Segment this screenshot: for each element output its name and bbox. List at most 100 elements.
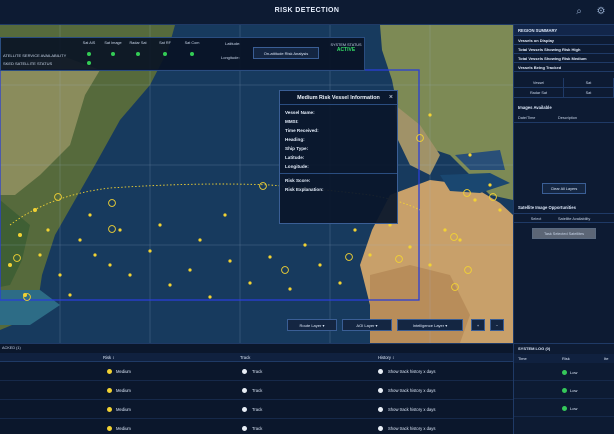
risk-value: Medium [116,407,131,412]
medium-risk-dot [107,388,112,393]
system-log-panel: SYSTEM LOG (0) Time Risk Ite Low Low Low [513,343,614,434]
table-header: Risk ↕ Track History ↕ [0,353,513,362]
longitude-field-label: Longitude: [285,164,309,169]
table-title: ACKED (1) [2,346,21,350]
col-satellite-availability[interactable]: Satellite Availability [558,214,614,222]
app-root: RISK DETECTION ⌕ ⚙ ATELLITE SERVICE AVAI… [0,0,614,434]
risk-value: Medium [116,426,131,431]
summary-vessels-on-display: Vessels on Display [514,36,614,45]
tracked-vessels-table: ACKED (1) Risk ↕ Track History ↕ Medium … [0,343,513,434]
history-radio[interactable] [378,388,383,393]
track-radio[interactable] [242,407,247,412]
log-row[interactable]: Low [514,364,614,381]
log-risk-value: Low [570,406,578,411]
risk-analysis-button[interactable]: On-attitude Risk Analysis [253,47,319,59]
vessel-info-popup: Medium Risk Vessel Information × Vessel … [279,90,398,224]
table-row[interactable]: Medium Track Show track history x days [0,401,513,419]
history-label: Show track history x days [388,369,436,374]
route-layer-dropdown[interactable]: Route Layer ▾ [287,319,337,331]
header-track[interactable]: Track [240,353,250,362]
col-sat-rf: Sat RF [159,41,171,45]
history-label: Show track history x days [388,388,436,393]
summary-tracked: Vessels Being Tracked [514,63,614,72]
mmsi-label: MMSI: [285,119,299,124]
tab-vessel[interactable]: Vessel [514,78,564,87]
col-description[interactable]: Description [558,113,608,122]
task-satellites-button[interactable]: Task Selected Satellites [532,228,596,239]
log-row[interactable]: Low [514,382,614,399]
history-radio[interactable] [378,369,383,374]
medium-risk-dot [107,407,112,412]
col-sat-com: Sat Com [184,41,200,45]
history-label: Show track history x days [388,426,436,431]
popup-title: Medium Risk Vessel Information [280,91,397,105]
system-status-value: ACTIVE [336,47,356,53]
clear-layers-button[interactable]: Clear All Layers [542,183,586,194]
longitude-label: Longitude: [221,55,240,60]
status-dot [136,52,140,56]
low-risk-dot [562,406,567,411]
track-label: Track [252,407,263,412]
col-date-time[interactable]: Date/Time [514,113,558,122]
world-map[interactable] [0,25,513,343]
log-col-risk[interactable]: Risk [562,354,570,363]
images-available-header: Images Available [518,105,552,110]
region-summary-sidebar: REGION SUMMARY Vessels on Display Total … [513,25,614,343]
risk-score-label: Risk Score: [285,178,311,183]
satellite-status-panel: ATELLITE SERVICE AVAILABILITY SKED SATEL… [0,37,365,71]
search-icon[interactable]: ⌕ [573,6,585,18]
app-title: RISK DETECTION [274,7,340,14]
track-radio[interactable] [242,426,247,431]
route-layer-label: Route Layer [299,323,322,328]
risk-value: Medium [116,369,131,374]
header-history[interactable]: History ↕ [378,353,394,362]
zoom-out-button[interactable]: − [490,319,504,331]
tab-sat-2[interactable]: Sat [564,88,614,97]
summary-risk-high: Total Vessels Showing Risk High [514,45,614,54]
log-col-time[interactable]: Time [518,354,527,363]
table-row[interactable]: Medium Track Show track history x days [0,382,513,400]
status-dot [87,52,91,56]
zoom-in-button[interactable]: + [471,319,485,331]
filter-tabs-row2: Radar Sat Sat [514,88,614,98]
intelligence-layer-dropdown[interactable]: Intelligence Layer ▾ [397,319,463,331]
aoi-layer-dropdown[interactable]: AOI Layer ▾ [342,319,392,331]
table-row[interactable]: Medium Track Show track history x days [0,363,513,381]
log-col-item[interactable]: Ite [604,354,608,363]
satellite-opportunities-header: Satellite Image Opportunities [518,205,576,210]
system-log-header: Time Risk Ite [514,354,614,363]
track-label: Track [252,426,263,431]
col-sat-image: Sat Image [104,41,122,45]
aoi-layer-label: AOI Layer [356,323,375,328]
latitude-label: Latitude: [225,41,241,46]
images-list [514,123,614,183]
system-status: SYSTEM STATUS ACTIVE [329,43,363,53]
gear-icon[interactable]: ⚙ [595,6,607,18]
system-log-title: SYSTEM LOG (0) [518,346,551,351]
time-received-label: Time Received: [285,128,319,133]
sort-icon: ↕ [112,355,115,360]
col-sat-ais: Sat AIS [82,41,96,45]
track-radio[interactable] [242,388,247,393]
track-label: Track [252,388,263,393]
medium-risk-dot [107,369,112,374]
risk-value: Medium [116,388,131,393]
status-dot [163,52,167,56]
tab-sat[interactable]: Sat [564,78,614,87]
log-row[interactable]: Low [514,400,614,417]
log-risk-value: Low [570,388,578,393]
tasked-satellite-label: SKED SATELLITE STATUS [3,61,53,66]
sort-icon: ↕ [392,355,395,360]
table-row[interactable]: Medium Track Show track history x days [0,420,513,434]
medium-risk-dot [107,426,112,431]
image-columns: Date/Time Description [514,113,614,123]
header-risk[interactable]: Risk ↕ [103,353,114,362]
map-view[interactable] [0,25,513,343]
latitude-field-label: Latitude: [285,155,305,160]
col-select[interactable]: Select [514,214,558,222]
history-radio[interactable] [378,426,383,431]
track-radio[interactable] [242,369,247,374]
history-radio[interactable] [378,407,383,412]
tab-radar-sat[interactable]: Radar Sat [514,88,564,97]
close-icon[interactable]: × [389,94,393,101]
